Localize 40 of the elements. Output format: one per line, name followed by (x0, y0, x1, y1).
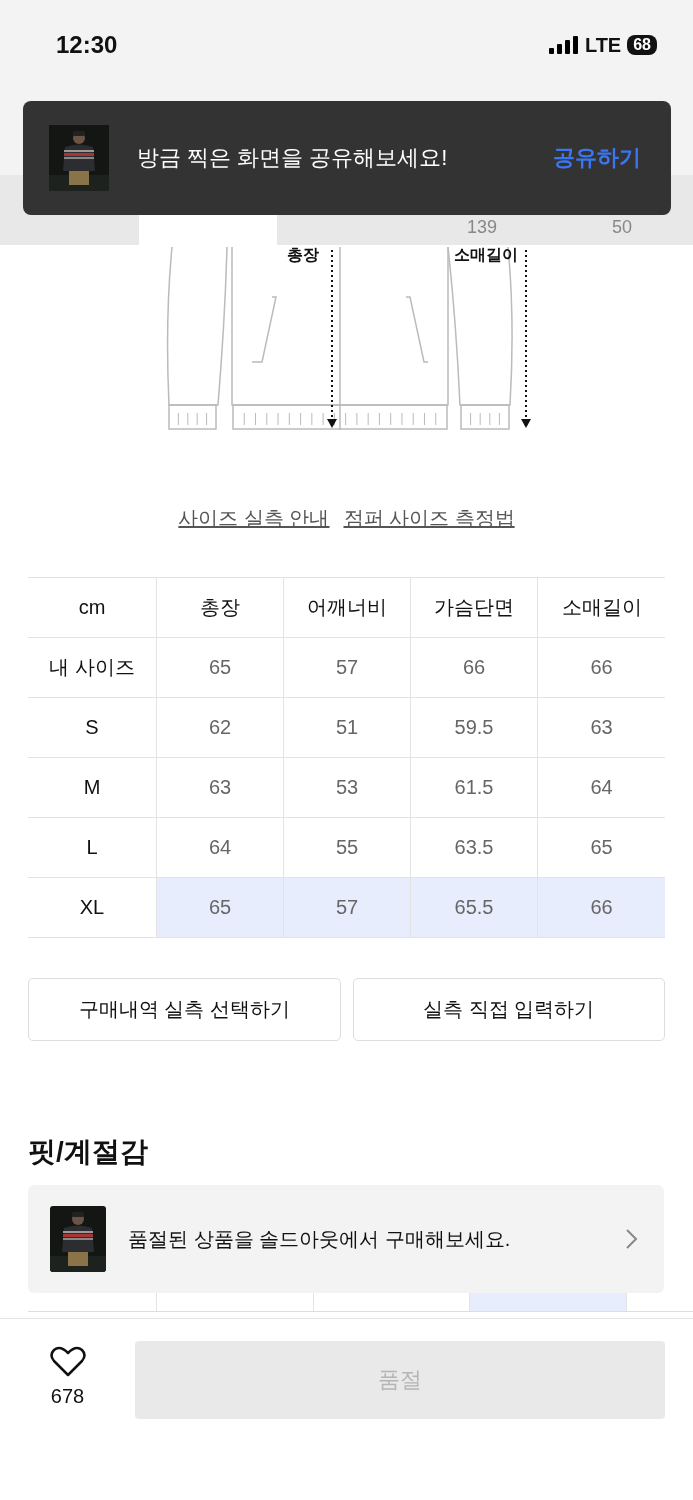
soldout-banner[interactable]: 품절된 상품을 솔드아웃에서 구매해보세요. (28, 1185, 664, 1293)
table-cell: 57 (284, 638, 411, 697)
table-cell: 65 (157, 878, 284, 937)
table-cell: 63 (157, 758, 284, 817)
network-label: LTE (584, 33, 622, 57)
table-cell: 66 (411, 638, 538, 697)
table-cell-text: 65 (589, 835, 614, 860)
table-cell: 61.5 (411, 758, 538, 817)
diagram-label: 소매길이 (454, 246, 518, 263)
table-cell: 59.5 (411, 698, 538, 757)
section-title: 핏/계절감 (28, 1135, 149, 1169)
guide-link[interactable]: 점퍼 사이즈 측정법 (343, 505, 515, 532)
battery-indicator: 68 (627, 35, 657, 55)
like-count: 678 (50, 1385, 85, 1408)
banner-text: 품절된 상품을 솔드아웃에서 구매해보세요. (128, 1226, 512, 1252)
table-cell: 64 (157, 818, 284, 877)
table-cell-text: 64 (589, 775, 614, 800)
tab-value: 139 (467, 217, 498, 238)
table-cell: 51 (284, 698, 411, 757)
table-cell-text: 66 (589, 655, 614, 680)
table-cell: 53 (284, 758, 411, 817)
table-cell-text: 63 (589, 715, 614, 740)
diagram-label: 총장 (287, 246, 319, 263)
clock: 12:30 (56, 31, 118, 59)
table-cell: 62 (157, 698, 284, 757)
toast-message: 방금 찍은 화면을 공유해보세요! (137, 144, 449, 172)
guide-link[interactable]: 사이즈 실측 안내 (178, 505, 330, 532)
chevron-icon (624, 1228, 638, 1250)
table-cell: 63.5 (411, 818, 538, 877)
table-cell-text: 66 (589, 895, 614, 920)
table-cell: 55 (284, 818, 411, 877)
table-cell: 65 (157, 638, 284, 697)
measure-button[interactable]: 구매내역 실측 선택하기 (28, 978, 341, 1041)
tab-value: 50 (612, 217, 633, 238)
signal-icon (548, 36, 579, 54)
table-cell: 65.5 (411, 878, 538, 937)
heart-icon[interactable] (49, 1345, 86, 1377)
measure-button[interactable]: 실측 직접 입력하기 (352, 978, 665, 1041)
table-cell: 57 (284, 878, 411, 937)
row-label: XL (28, 878, 157, 937)
